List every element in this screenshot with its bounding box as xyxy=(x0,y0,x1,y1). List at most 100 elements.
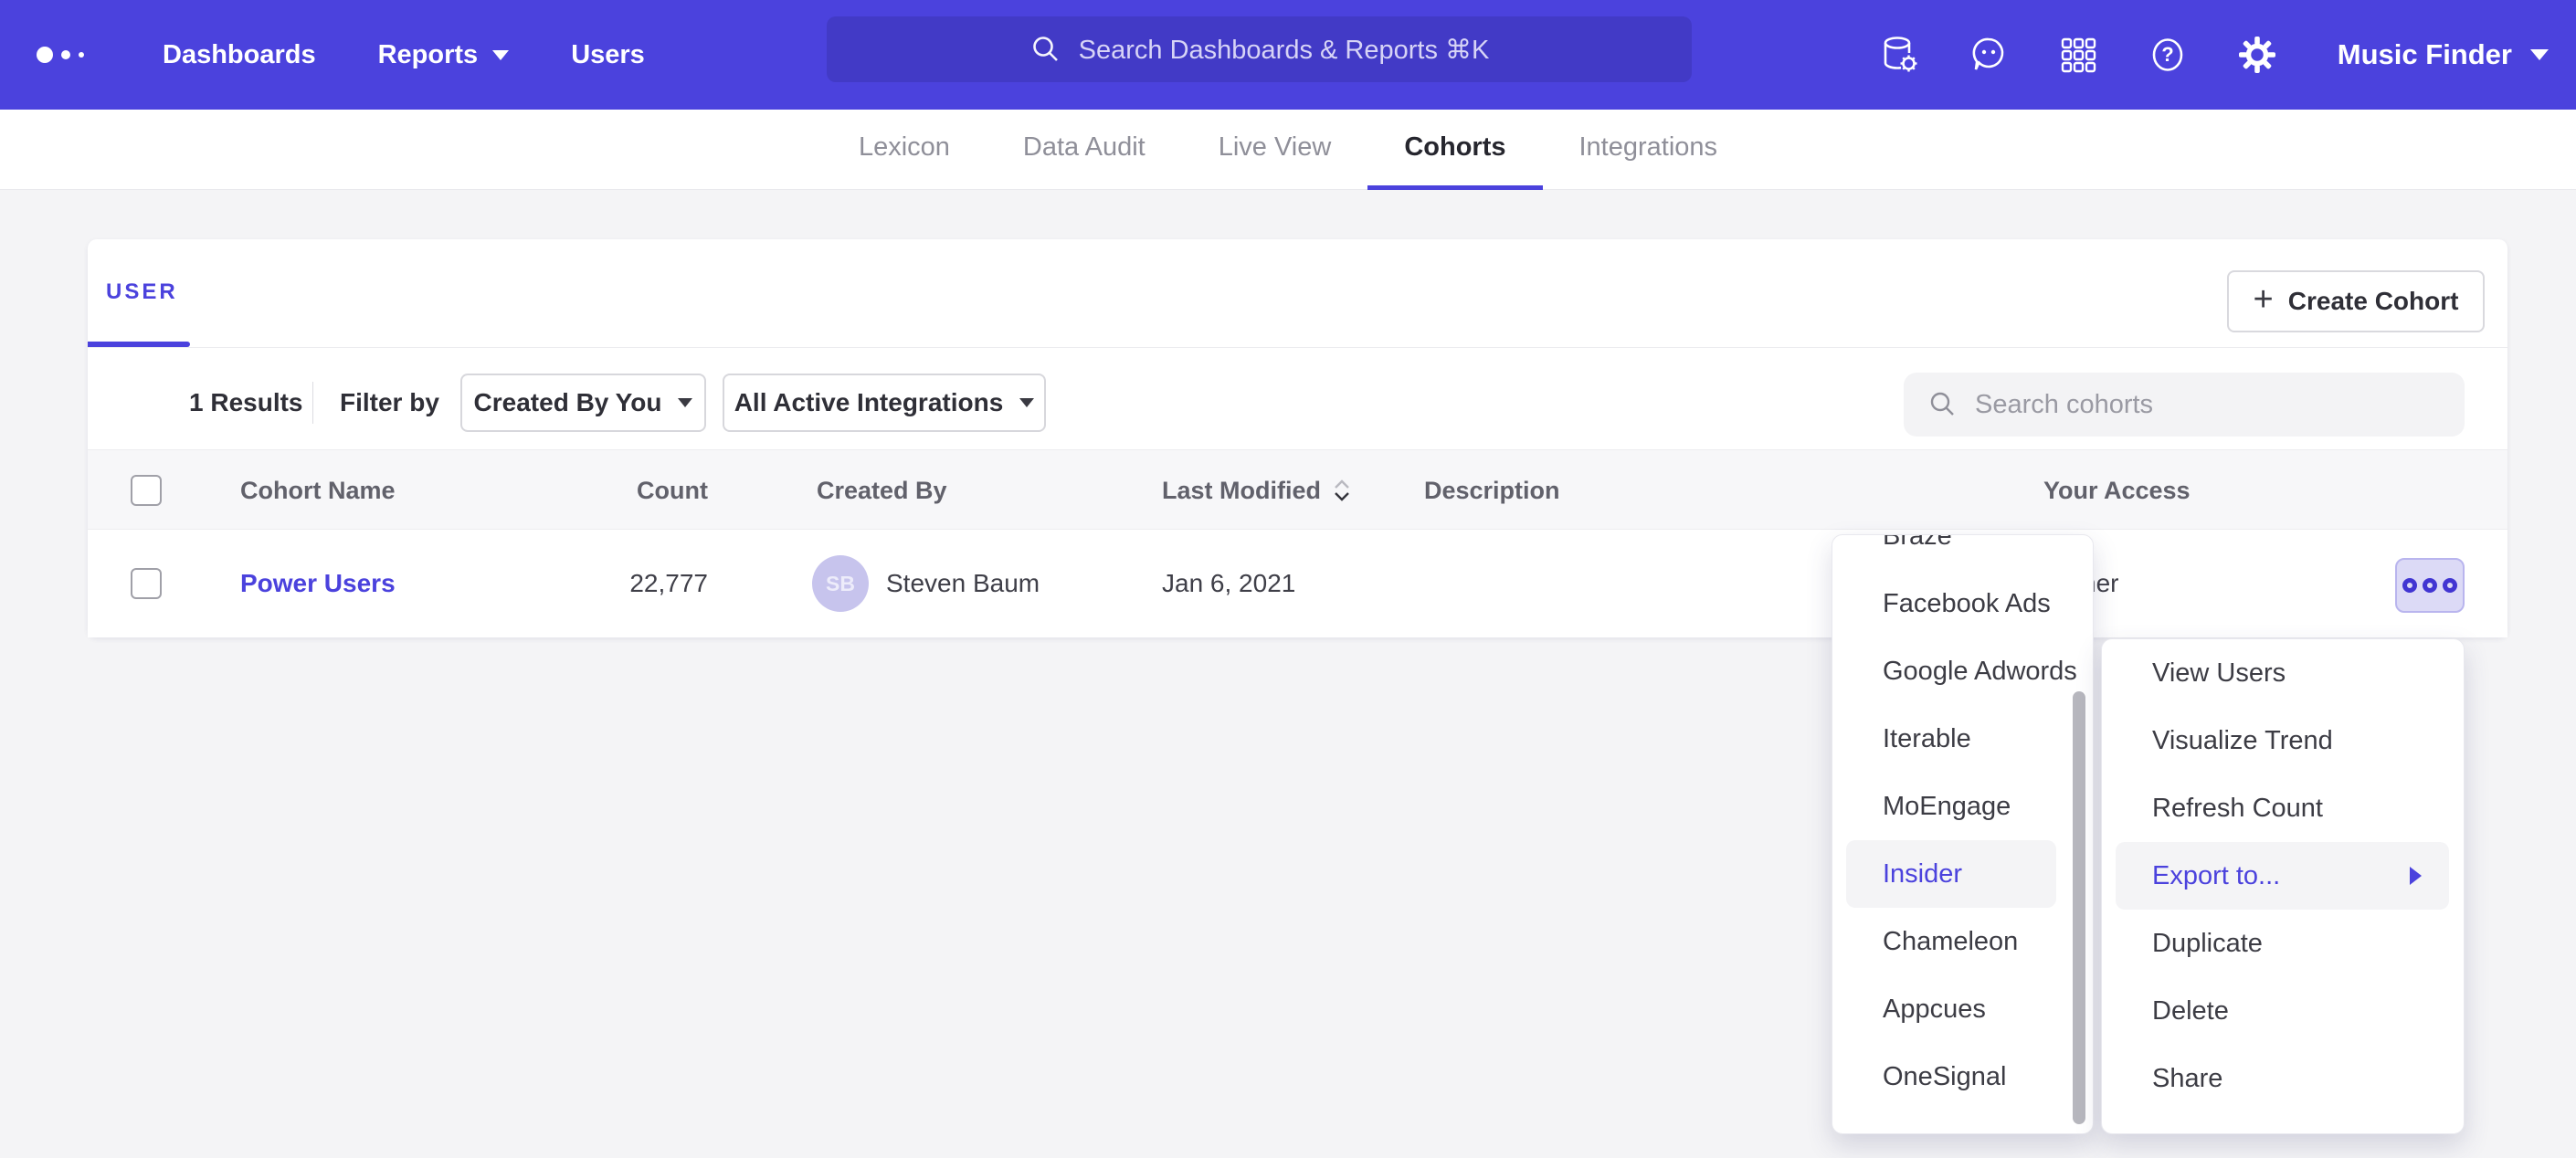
submenu-item-facebook-ads[interactable]: Facebook Ads xyxy=(1832,570,2093,637)
menu-item-label: Visualize Trend xyxy=(2152,726,2333,756)
submenu-item-label: Google Adwords xyxy=(1883,657,2077,687)
nav-users-label: Users xyxy=(571,40,645,70)
header-count[interactable]: Count xyxy=(526,450,708,531)
tab-cohorts-label: Cohorts xyxy=(1404,132,1505,163)
logo-dot-large xyxy=(37,47,53,63)
menu-item-share[interactable]: Share xyxy=(2102,1045,2464,1112)
submenu-item-label: OneSignal xyxy=(1883,1062,2006,1092)
data-management-icon[interactable] xyxy=(1877,33,1921,77)
submenu-item-chameleon[interactable]: Chameleon xyxy=(1832,908,2093,975)
menu-item-label: Export to... xyxy=(2152,861,2280,891)
search-icon xyxy=(1029,33,1062,66)
submenu-scrollbar[interactable] xyxy=(2073,691,2085,1124)
header-your-access-label: Your Access xyxy=(2043,477,2191,505)
submenu-item-label: Iterable xyxy=(1883,724,1971,754)
help-icon[interactable]: ? xyxy=(2146,33,2190,77)
apps-grid-icon[interactable] xyxy=(2056,33,2100,77)
section-tabs: Lexicon Data Audit Live View Cohorts Int… xyxy=(0,110,2576,190)
nav-reports[interactable]: Reports xyxy=(378,40,510,70)
global-search-input[interactable]: Search Dashboards & Reports ⌘K xyxy=(827,16,1692,82)
menu-item-refresh-count[interactable]: Refresh Count xyxy=(2102,774,2464,842)
last-modified-cell: Jan 6, 2021 xyxy=(1162,530,1295,637)
tab-integrations-label: Integrations xyxy=(1579,132,1718,163)
sort-asc-icon xyxy=(1334,479,1350,490)
submenu-item-braze[interactable]: Braze xyxy=(1832,534,2093,570)
divider xyxy=(312,382,313,424)
menu-item-export-to[interactable]: Export to... xyxy=(2116,842,2449,910)
results-count: 1 Results xyxy=(189,388,303,417)
nav-dashboards-label: Dashboards xyxy=(163,40,316,70)
chevron-down-icon xyxy=(1019,398,1034,407)
header-cohort-name[interactable]: Cohort Name xyxy=(240,450,396,531)
more-actions-icon xyxy=(2443,578,2457,593)
submenu-item-label: Chameleon xyxy=(1883,927,2018,957)
nav-reports-label: Reports xyxy=(378,40,479,70)
tab-data-audit[interactable]: Data Audit xyxy=(987,110,1182,190)
integrations-filter-dropdown[interactable]: All Active Integrations xyxy=(723,374,1046,432)
menu-item-delete[interactable]: Delete xyxy=(2102,977,2464,1045)
cohort-search-input[interactable] xyxy=(1975,390,2413,420)
menu-item-label: Delete xyxy=(2152,996,2229,1026)
created-by-filter-dropdown[interactable]: Created By You xyxy=(460,374,706,432)
menu-item-view-users[interactable]: View Users xyxy=(2102,639,2464,707)
select-all-checkbox-cell xyxy=(131,475,162,506)
tab-live-view[interactable]: Live View xyxy=(1182,110,1368,190)
submenu-item-label: Insider xyxy=(1883,859,1962,890)
select-all-checkbox[interactable] xyxy=(131,475,162,506)
table-row[interactable]: Power Users 22,777 SB Steven Baum Jan 6,… xyxy=(88,530,2507,637)
menu-item-visualize-trend[interactable]: Visualize Trend xyxy=(2102,707,2464,774)
chevron-down-icon xyxy=(492,50,509,60)
filter-by-label: Filter by xyxy=(340,388,439,417)
plus-icon: + xyxy=(2254,282,2274,317)
cohort-name-link[interactable]: Power Users xyxy=(240,569,396,598)
mixpanel-logo-icon[interactable] xyxy=(37,47,100,63)
nav-right-cluster: ? xyxy=(1877,0,2549,110)
cohort-type-tab-user[interactable]: USER xyxy=(106,279,178,305)
sort-desc-icon xyxy=(1334,491,1350,501)
more-actions-icon xyxy=(2423,578,2437,593)
tab-lexicon[interactable]: Lexicon xyxy=(822,110,987,190)
created-by-cell: Steven Baum xyxy=(886,530,1040,637)
tab-cohorts[interactable]: Cohorts xyxy=(1367,110,1542,190)
create-cohort-label: Create Cohort xyxy=(2288,287,2459,316)
submenu-item-label: Facebook Ads xyxy=(1883,589,2051,619)
submenu-item-label: Appcues xyxy=(1883,995,1986,1025)
tab-data-audit-label: Data Audit xyxy=(1023,132,1145,163)
menu-item-label: Share xyxy=(2152,1064,2222,1094)
cohorts-card: USER + Create Cohort 1 Results Filter by… xyxy=(88,239,2507,637)
row-actions-button[interactable] xyxy=(2395,558,2465,613)
submenu-item-iterable[interactable]: Iterable xyxy=(1832,705,2093,773)
divider xyxy=(88,347,2507,348)
submenu-item-moengage[interactable]: MoEngage xyxy=(1832,773,2093,840)
tab-integrations[interactable]: Integrations xyxy=(1543,110,1755,190)
submenu-item-insider[interactable]: Insider xyxy=(1846,840,2056,908)
header-count-label: Count xyxy=(637,477,708,505)
submenu-item-label: MoEngage xyxy=(1883,792,2011,822)
submenu-arrow-icon xyxy=(2410,867,2422,885)
app-screen: Dashboards Reports Users Search Dashboar… xyxy=(0,0,2576,1158)
submenu-item-onesignal[interactable]: OneSignal xyxy=(1832,1043,2093,1111)
nav-dashboards[interactable]: Dashboards xyxy=(163,40,316,70)
header-created-by[interactable]: Created By xyxy=(817,450,947,531)
menu-item-duplicate[interactable]: Duplicate xyxy=(2102,910,2464,977)
more-actions-icon xyxy=(2402,578,2417,593)
project-switcher[interactable]: Music Finder xyxy=(2338,38,2549,71)
sort-icon[interactable] xyxy=(1334,479,1350,501)
menu-item-label: Duplicate xyxy=(2152,929,2263,959)
header-description[interactable]: Description xyxy=(1424,450,1560,531)
create-cohort-button[interactable]: + Create Cohort xyxy=(2227,270,2485,332)
tab-lexicon-label: Lexicon xyxy=(859,132,950,163)
header-your-access[interactable]: Your Access xyxy=(2043,450,2191,531)
header-last-modified[interactable]: Last Modified xyxy=(1162,450,1350,531)
submenu-item-google-adwords[interactable]: Google Adwords xyxy=(1832,637,2093,705)
search-icon xyxy=(1927,389,1958,420)
logo-dot-small xyxy=(79,52,84,58)
submenu-item-appcues[interactable]: Appcues xyxy=(1832,975,2093,1043)
settings-gear-icon[interactable] xyxy=(2235,33,2279,77)
row-checkbox[interactable] xyxy=(131,568,162,599)
nav-users[interactable]: Users xyxy=(571,40,645,70)
logo-dot-medium xyxy=(61,50,70,59)
global-search-placeholder: Search Dashboards & Reports ⌘K xyxy=(1079,34,1490,66)
feedback-icon[interactable] xyxy=(1967,33,2011,77)
top-nav: Dashboards Reports Users Search Dashboar… xyxy=(0,0,2576,110)
